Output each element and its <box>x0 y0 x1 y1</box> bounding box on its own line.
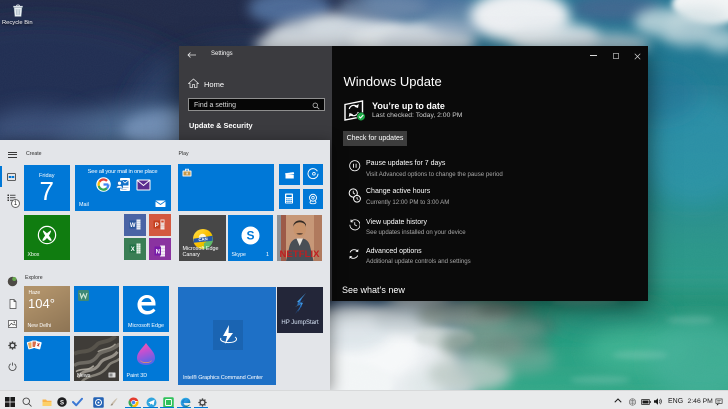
svg-text:X: X <box>130 247 134 253</box>
svg-text:N: N <box>155 250 159 256</box>
svg-text:NETFLIX: NETFLIX <box>280 249 321 260</box>
svg-text:W: W <box>129 223 135 229</box>
svg-text:S: S <box>60 400 64 406</box>
svg-text:P: P <box>155 223 159 229</box>
svg-text:S: S <box>246 228 254 242</box>
